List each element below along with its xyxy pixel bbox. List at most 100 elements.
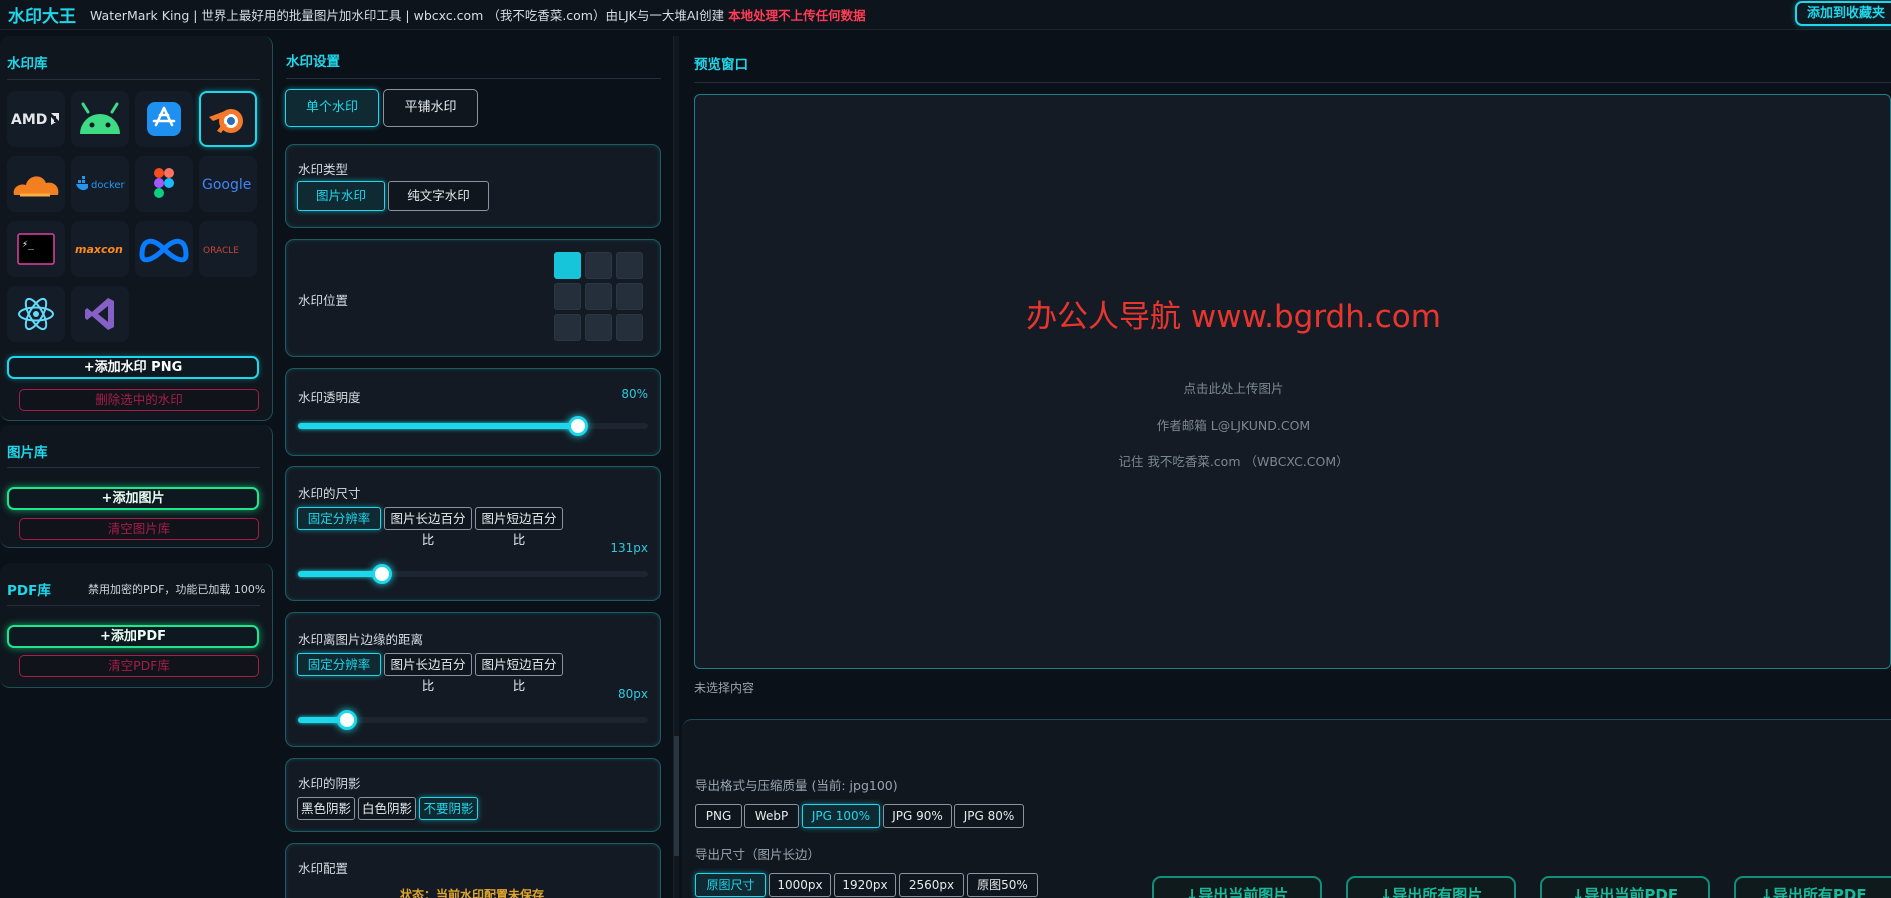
amd-logo-icon[interactable]: AMD xyxy=(7,91,65,147)
position-bottom-left[interactable] xyxy=(554,314,581,341)
clear-pdf-library-button[interactable]: 清空PDF库 xyxy=(19,655,259,677)
add-watermark-png-button[interactable]: +添加水印 PNG xyxy=(7,356,259,379)
export-format-label: 导出格式与压缩质量 (当前: jpg100) xyxy=(695,778,898,793)
app-store-icon[interactable] xyxy=(135,91,193,147)
visual-studio-icon[interactable] xyxy=(71,286,129,342)
position-top-left[interactable] xyxy=(554,252,581,279)
watermark-settings-column: 水印设置 单个水印 平铺水印 水印类型 图片水印 纯文字水印 水印位置 水印透明… xyxy=(278,36,671,898)
remember-site: 记住 我不吃香菜.com （WBCXC.COM） xyxy=(695,451,1890,470)
add-to-favorites-button[interactable]: 添加到收藏夹 xyxy=(1795,1,1891,26)
watermark-library-panel: 水印库 AMD docker Google ⚡_ maxcon ORACLE +… xyxy=(0,36,273,421)
preview-column: 预览窗口 办公人导航 www.bgrdh.com 点击此处上传图片 作者邮箱 L… xyxy=(682,36,1891,898)
export-current-pdf-button[interactable]: ↓导出当前PDF xyxy=(1540,876,1710,898)
size-slider-thumb[interactable] xyxy=(372,564,392,584)
position-top-center[interactable] xyxy=(585,252,612,279)
shadow-black-option[interactable]: 黑色阴影 xyxy=(297,797,355,820)
watermark-type-label: 水印类型 xyxy=(298,162,349,177)
opacity-slider-thumb[interactable] xyxy=(568,416,588,436)
size-long-edge-percent-option[interactable]: 图片长边百分比 xyxy=(384,507,472,547)
position-middle-right[interactable] xyxy=(616,283,643,310)
watermark-library-title: 水印库 xyxy=(7,56,48,72)
position-center[interactable] xyxy=(585,283,612,310)
meta-icon[interactable] xyxy=(135,221,193,277)
position-top-right[interactable] xyxy=(616,252,643,279)
selection-status: 未选择内容 xyxy=(694,681,755,695)
add-pdf-button[interactable]: +添加PDF xyxy=(7,625,259,648)
size-original-option[interactable]: 原图尺寸 xyxy=(695,873,766,897)
size-slider[interactable] xyxy=(298,564,648,584)
blender-icon[interactable] xyxy=(199,91,257,147)
watermark-config-card: 水印配置 状态：当前水印配置未保存 xyxy=(285,843,661,898)
size-1920px-option[interactable]: 1920px xyxy=(834,873,896,897)
terminal-icon[interactable]: ⚡_ xyxy=(7,221,65,277)
android-icon[interactable] xyxy=(71,91,129,147)
upload-hint-text[interactable]: 点击此处上传图片 xyxy=(1183,378,1283,397)
column-splitter[interactable] xyxy=(673,36,679,898)
format-jpg100-option[interactable]: JPG 100% xyxy=(802,804,880,828)
size-slider-fill xyxy=(298,571,382,577)
export-all-images-button[interactable]: ↓导出所有图片 xyxy=(1346,876,1516,898)
watermark-size-card: 水印的尺寸 固定分辨率 图片长边百分比 图片短边百分比 131px xyxy=(285,466,661,601)
tagline: WaterMark King | 世界上最好用的批量图片加水印工具 | wbcx… xyxy=(90,8,725,23)
upload-hint[interactable]: 点击此处上传图片 xyxy=(695,378,1890,397)
margin-long-edge-percent-option[interactable]: 图片长边百分比 xyxy=(384,653,472,693)
position-bottom-center[interactable] xyxy=(585,314,612,341)
image-library-panel: 图片库 +添加图片 清空图片库 xyxy=(0,425,273,548)
watermark-margin-card: 水印离图片边缘的距离 固定分辨率 图片长边百分比 图片短边百分比 80px xyxy=(285,612,661,747)
format-jpg90-option[interactable]: JPG 90% xyxy=(883,804,952,828)
delete-selected-watermark-button[interactable]: 删除选中的水印 xyxy=(19,389,259,411)
size-2560px-option[interactable]: 2560px xyxy=(899,873,964,897)
clear-image-library-button[interactable]: 清空图片库 xyxy=(19,518,259,540)
margin-fixed-resolution-option[interactable]: 固定分辨率 xyxy=(297,653,381,676)
position-bottom-right[interactable] xyxy=(616,314,643,341)
margin-label: 水印离图片边缘的距离 xyxy=(298,632,424,647)
margin-slider-thumb[interactable] xyxy=(337,710,357,730)
position-middle-left[interactable] xyxy=(554,283,581,310)
left-column: 水印库 AMD docker Google ⚡_ maxcon ORACLE +… xyxy=(0,36,274,898)
shadow-none-option[interactable]: 不要阴影 xyxy=(419,797,478,820)
size-short-edge-percent-option[interactable]: 图片短边百分比 xyxy=(475,507,563,547)
format-webp-option[interactable]: WebP xyxy=(744,804,799,828)
image-watermark-option[interactable]: 图片水印 xyxy=(297,181,385,211)
tab-tiled-watermark[interactable]: 平铺水印 xyxy=(383,89,478,127)
opacity-label: 水印透明度 xyxy=(298,390,361,405)
figma-icon[interactable] xyxy=(135,156,193,212)
app-title: 水印大王 xyxy=(8,7,76,27)
margin-short-edge-percent-option[interactable]: 图片短边百分比 xyxy=(475,653,563,693)
oracle-icon[interactable]: ORACLE xyxy=(199,221,257,277)
margin-slider[interactable] xyxy=(298,710,648,730)
opacity-slider[interactable] xyxy=(298,416,648,436)
divider xyxy=(7,79,260,80)
author-email-text: 作者邮箱 L@LJKUND.COM xyxy=(1156,418,1311,433)
tagline-highlight: 本地处理不上传任何数据 xyxy=(728,8,866,23)
config-status: 状态：当前水印配置未保存 xyxy=(400,888,545,898)
tab-single-watermark[interactable]: 单个水印 xyxy=(285,89,379,127)
google-icon[interactable]: Google xyxy=(199,156,257,212)
format-jpg80-option[interactable]: JPG 80% xyxy=(954,804,1024,828)
divider xyxy=(286,78,661,79)
watermark-shadow-card: 水印的阴影 黑色阴影 白色阴影 不要阴影 xyxy=(285,758,661,832)
export-all-pdf-button[interactable]: ↓导出所有PDF xyxy=(1734,876,1891,898)
format-png-option[interactable]: PNG xyxy=(695,804,742,828)
remember-site-text: 记住 我不吃香菜.com （WBCXC.COM） xyxy=(1118,454,1349,469)
text-watermark-option[interactable]: 纯文字水印 xyxy=(388,181,489,211)
add-image-button[interactable]: +添加图片 xyxy=(7,487,259,510)
cloudflare-icon[interactable] xyxy=(7,156,65,212)
maxcon-wordmark: maxcon xyxy=(75,243,123,256)
shadow-label: 水印的阴影 xyxy=(298,776,361,791)
size-label: 水印的尺寸 xyxy=(298,486,361,501)
size-1000px-option[interactable]: 1000px xyxy=(769,873,831,897)
maxcon-icon[interactable]: maxcon xyxy=(71,221,129,277)
size-fixed-resolution-option[interactable]: 固定分辨率 xyxy=(297,507,381,530)
docker-icon[interactable]: docker xyxy=(71,156,129,212)
export-current-image-button[interactable]: ↓导出当前图片 xyxy=(1152,876,1322,898)
config-label: 水印配置 xyxy=(298,861,349,876)
divider xyxy=(7,605,260,606)
top-bar: 水印大王 WaterMark King | 世界上最好用的批量图片加水印工具 |… xyxy=(0,0,1891,30)
author-email: 作者邮箱 L@LJKUND.COM xyxy=(695,415,1890,434)
preview-window[interactable]: 办公人导航 www.bgrdh.com 点击此处上传图片 作者邮箱 L@LJKU… xyxy=(694,94,1891,669)
shadow-white-option[interactable]: 白色阴影 xyxy=(358,797,416,820)
size-half-original-option[interactable]: 原图50% xyxy=(967,873,1038,897)
react-icon[interactable] xyxy=(7,286,65,342)
splitter-grip[interactable] xyxy=(674,736,679,856)
